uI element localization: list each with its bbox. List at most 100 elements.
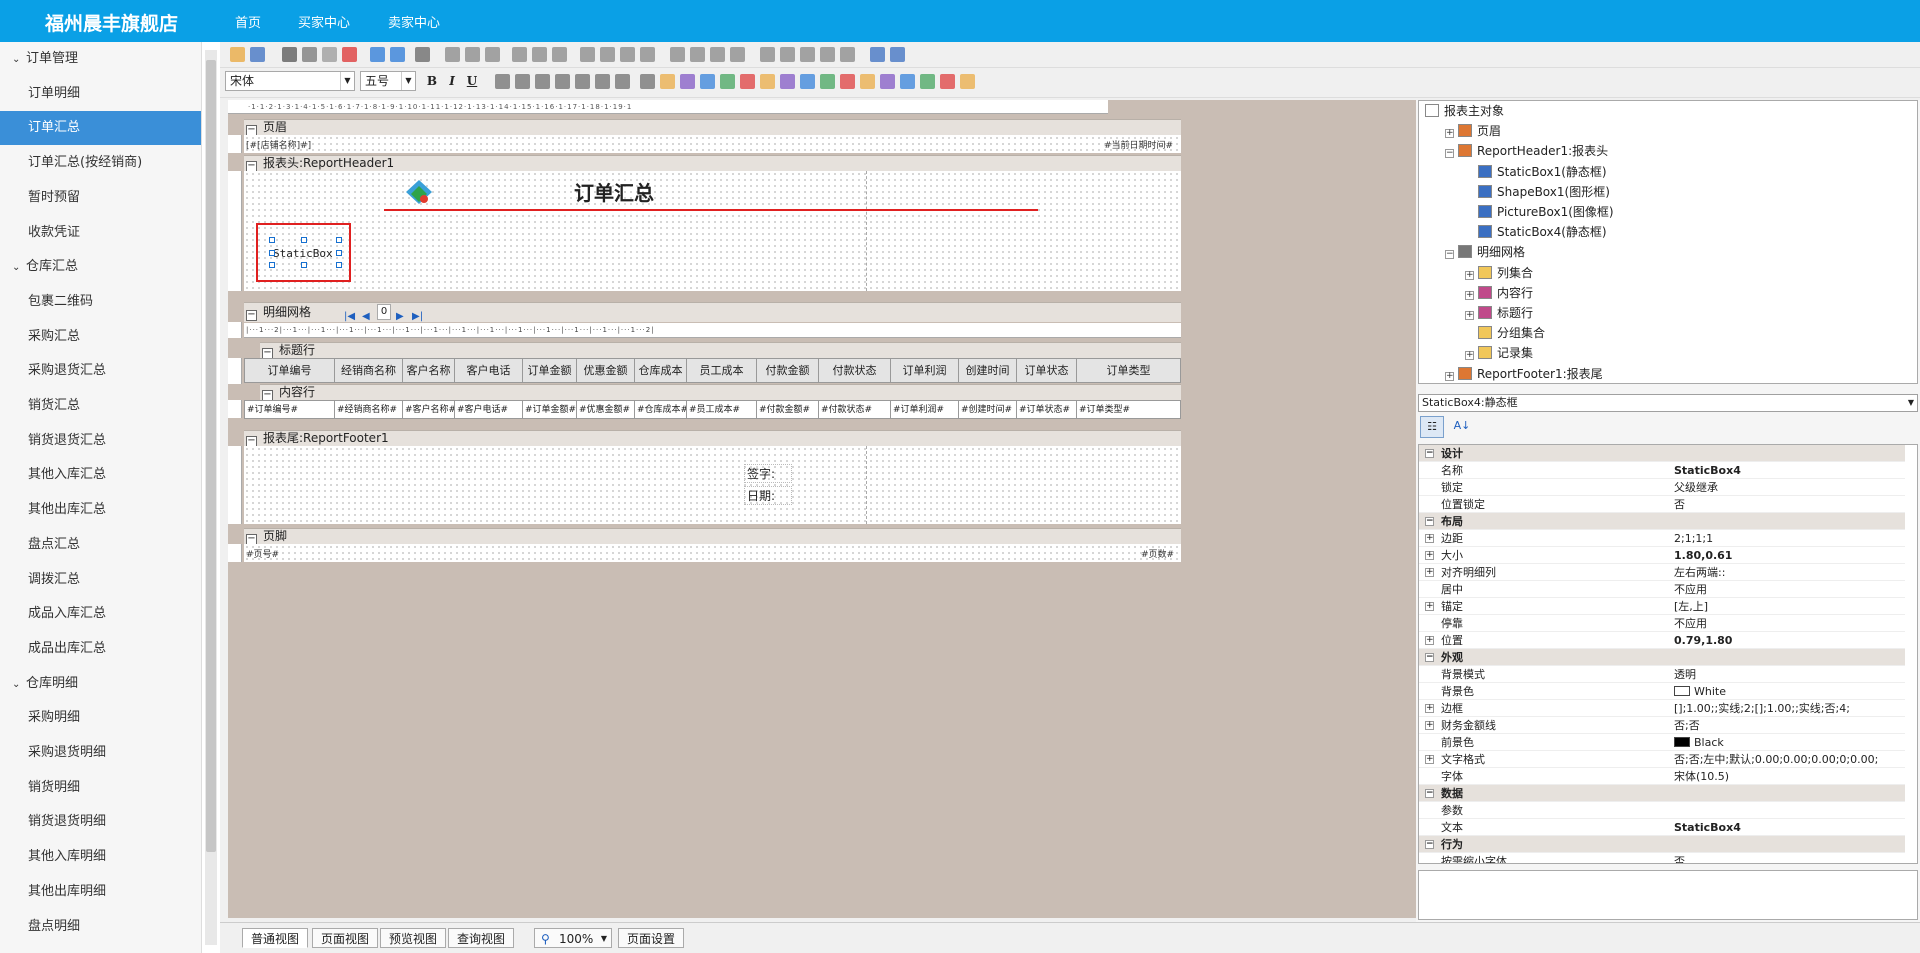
toolbar-button-icon[interactable] [880,74,895,89]
expand-icon[interactable]: + [1425,602,1434,611]
property-row[interactable]: 按需缩小字体 否 [1419,853,1905,863]
resize-handle[interactable] [301,262,307,268]
property-row[interactable]: + 文字格式 否;否;左中;默认;0.00;0.00;0.00;0;0.00; [1419,751,1905,768]
grid-content-cell[interactable]: #经销商名称# [335,401,403,419]
property-row[interactable]: 文本 StaticBox4 [1419,819,1905,836]
toolbar-button-icon[interactable] [640,74,655,89]
grid-header-cell[interactable]: 付款金额 [757,359,819,383]
toolbar-button-icon[interactable] [820,47,835,62]
property-row[interactable]: 位置锁定 否 [1419,496,1905,513]
toolbar-button-icon[interactable] [940,74,955,89]
sign-label[interactable]: 签字: [744,464,793,483]
toolbar-button-icon[interactable] [920,74,935,89]
property-row[interactable]: + 锚定 [左,上] [1419,598,1905,615]
grid-content-cell[interactable]: #员工成本# [687,401,757,419]
title-underline-shape[interactable] [384,209,1038,211]
categorized-view-icon[interactable]: ☷ [1420,416,1444,438]
toolbar-button-icon[interactable] [800,47,815,62]
grid-header-cell[interactable]: 订单类型 [1077,359,1181,383]
report-title[interactable]: 订单汇总 [574,177,654,206]
toolbar-button-icon[interactable] [230,47,245,62]
grid-header-cell[interactable]: 客户电话 [455,359,523,383]
property-row[interactable]: + 位置 0.79,1.80 [1419,632,1905,649]
toolbar-button-icon[interactable] [640,47,655,62]
toolbar-button-icon[interactable] [370,47,385,62]
grid-header-cell[interactable]: 订单编号 [245,359,335,383]
object-selector[interactable]: StaticBox4:静态框 ▼ [1418,394,1918,412]
toolbar-button-icon[interactable] [515,74,530,89]
property-category[interactable]: − 数据 [1419,785,1905,802]
toolbar-button-icon[interactable] [710,47,725,62]
grid-content-cell[interactable]: #订单利润# [891,401,959,419]
tab-preview-view[interactable]: 预览视图 [380,928,447,948]
sidebar-item[interactable]: 销货退货汇总 [0,424,201,458]
toolbar-button-icon[interactable] [415,47,430,62]
grid-content-cell[interactable]: #仓库成本# [635,401,687,419]
italic-button[interactable]: I [443,73,461,90]
nav-seller-center[interactable]: 卖家中心 [388,12,440,31]
grid-header-cell[interactable]: 仓库成本 [635,359,687,383]
toolbar-button-icon[interactable] [820,74,835,89]
toolbar-button-icon[interactable] [730,47,745,62]
collapse-icon[interactable]: − [1445,149,1454,159]
sidebar-group[interactable]: ⌄ 仓库汇总 [0,250,201,284]
property-row[interactable]: 背景色 White [1419,683,1905,700]
grid-content-cell[interactable]: #订单金额# [523,401,577,419]
sidebar-item[interactable]: 销货明细 [0,771,201,805]
grid-content-cell[interactable]: #优惠金额# [577,401,635,419]
expand-icon[interactable]: + [1425,551,1434,560]
sidebar-item[interactable]: 成品出库汇总 [0,632,201,666]
tab-page-view[interactable]: 页面视图 [312,928,379,948]
sidebar-item[interactable]: 暂时预留 [0,181,201,215]
grid-content-cell[interactable]: #付款状态# [819,401,891,419]
property-row[interactable]: 居中 不应用 [1419,581,1905,598]
logo-picture-icon[interactable] [394,177,444,207]
sidebar-item[interactable]: 收款凭证 [0,216,201,250]
toolbar-button-icon[interactable] [390,47,405,62]
sort-alpha-icon[interactable]: A↓ [1450,416,1474,438]
band-page-header[interactable]: − 页眉 [244,119,1181,136]
property-category[interactable]: − 布局 [1419,513,1905,530]
expand-icon[interactable]: + [1425,755,1434,764]
collapse-icon[interactable]: − [1425,653,1434,662]
sidebar-item[interactable]: 包裹二维码 [0,285,201,319]
band-content-row[interactable]: − 内容行 [260,384,1181,401]
tree-node[interactable]: StaticBox4(静态框) [1465,222,1607,242]
tree-node[interactable]: PictureBox1(图像框) [1465,202,1614,222]
resize-handle[interactable] [269,262,275,268]
toolbar-button-icon[interactable] [960,74,975,89]
report-header-area[interactable]: 订单汇总 StaticBox [244,171,1181,291]
store-name-field[interactable]: [#[店铺名称]#] [246,138,311,151]
resize-handle[interactable] [269,250,275,256]
expand-icon[interactable]: + [1465,351,1474,361]
nav-home[interactable]: 首页 [235,12,261,31]
property-value[interactable]: White [1674,683,1904,700]
sidebar-item[interactable]: 订单明细 [0,77,201,111]
property-row[interactable]: 前景色 Black [1419,734,1905,751]
sidebar-item[interactable]: 成品入库汇总 [0,597,201,631]
sidebar-item[interactable]: 销货退货明细 [0,805,201,839]
grid-content-cell[interactable]: #创建时间# [959,401,1017,419]
page-count-field[interactable]: #页数# [1141,547,1174,560]
toolbar-button-icon[interactable] [690,47,705,62]
tree-node[interactable]: 分组集合 [1465,323,1545,343]
sidebar-item[interactable]: 盘点汇总 [0,528,201,562]
property-category[interactable]: − 设计 [1419,445,1905,462]
grid-content-cell[interactable]: #订单编号# [245,401,335,419]
sidebar-scrollbar-thumb[interactable] [206,60,216,852]
resize-handle[interactable] [336,250,342,256]
grid-content-cell[interactable]: #订单状态# [1017,401,1077,419]
toolbar-button-icon[interactable] [302,47,317,62]
resize-handle[interactable] [336,262,342,268]
property-value[interactable]: 否 [1674,496,1904,513]
toolbar-button-icon[interactable] [342,47,357,62]
toolbar-button-icon[interactable] [860,74,875,89]
toolbar-button-icon[interactable] [600,47,615,62]
property-value[interactable]: [];1.00;;实线;2;[];1.00;;实线;否;4; [1674,700,1904,717]
property-row[interactable]: + 边距 2;1;1;1 [1419,530,1905,547]
tree-node[interactable]: 报表主对象 [1425,101,1504,121]
expand-icon[interactable]: + [1425,721,1434,730]
sidebar-group[interactable]: ⌄ 订单管理 [0,42,201,76]
tree-node[interactable]: + 内容行 [1465,283,1533,303]
page-number-field[interactable]: #页号# [246,547,279,560]
